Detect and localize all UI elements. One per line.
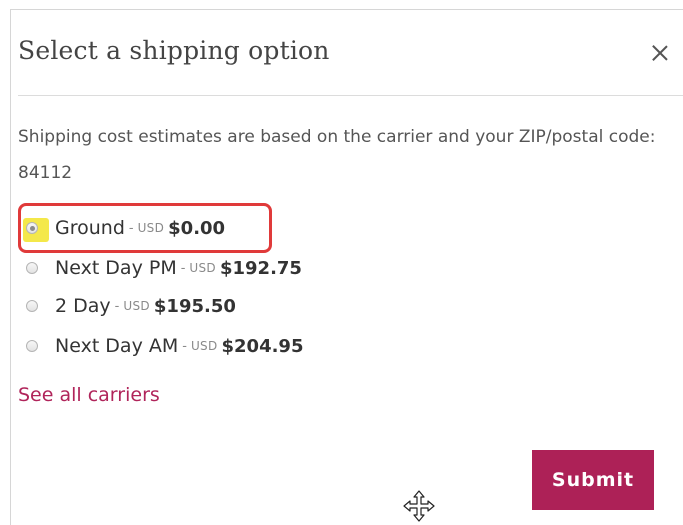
dialog-title: Select a shipping option bbox=[18, 36, 330, 65]
option-price: $192.75 bbox=[219, 257, 302, 279]
move-cursor-icon bbox=[403, 490, 435, 522]
option-separator: - bbox=[182, 338, 187, 354]
close-icon[interactable] bbox=[650, 43, 670, 63]
option-separator: - bbox=[180, 260, 186, 276]
dialog-top-border bbox=[10, 9, 683, 10]
shipping-description: Shipping cost estimates are based on the… bbox=[18, 127, 656, 183]
option-price: $204.95 bbox=[221, 335, 304, 357]
radio-button-next-day-am[interactable] bbox=[26, 340, 38, 352]
shipping-option-next-day-pm[interactable]: Next Day PM - USD $192.75 bbox=[20, 253, 302, 283]
see-all-carriers-link[interactable]: See all carriers bbox=[18, 384, 160, 406]
title-divider bbox=[18, 95, 683, 96]
shipping-option-2-day[interactable]: 2 Day - USD $195.50 bbox=[20, 291, 236, 321]
submit-button[interactable]: Submit bbox=[532, 450, 654, 510]
radio-button-next-day-pm[interactable] bbox=[26, 262, 38, 274]
shipping-option-next-day-am[interactable]: Next Day AM - USD $204.95 bbox=[20, 331, 303, 361]
option-name: Next Day AM bbox=[55, 335, 179, 357]
option-currency: USD bbox=[123, 299, 150, 313]
option-separator: - bbox=[114, 298, 120, 314]
option-name: Next Day PM bbox=[55, 257, 177, 279]
option-price: $195.50 bbox=[153, 295, 236, 317]
shipping-dialog: Select a shipping option Shipping cost e… bbox=[0, 0, 683, 525]
radio-button-2-day[interactable] bbox=[26, 300, 38, 312]
dialog-left-border bbox=[10, 9, 11, 525]
option-currency: USD bbox=[189, 261, 216, 275]
annotation-box bbox=[18, 203, 272, 253]
option-name: 2 Day bbox=[55, 295, 111, 317]
option-currency: USD bbox=[190, 339, 218, 353]
